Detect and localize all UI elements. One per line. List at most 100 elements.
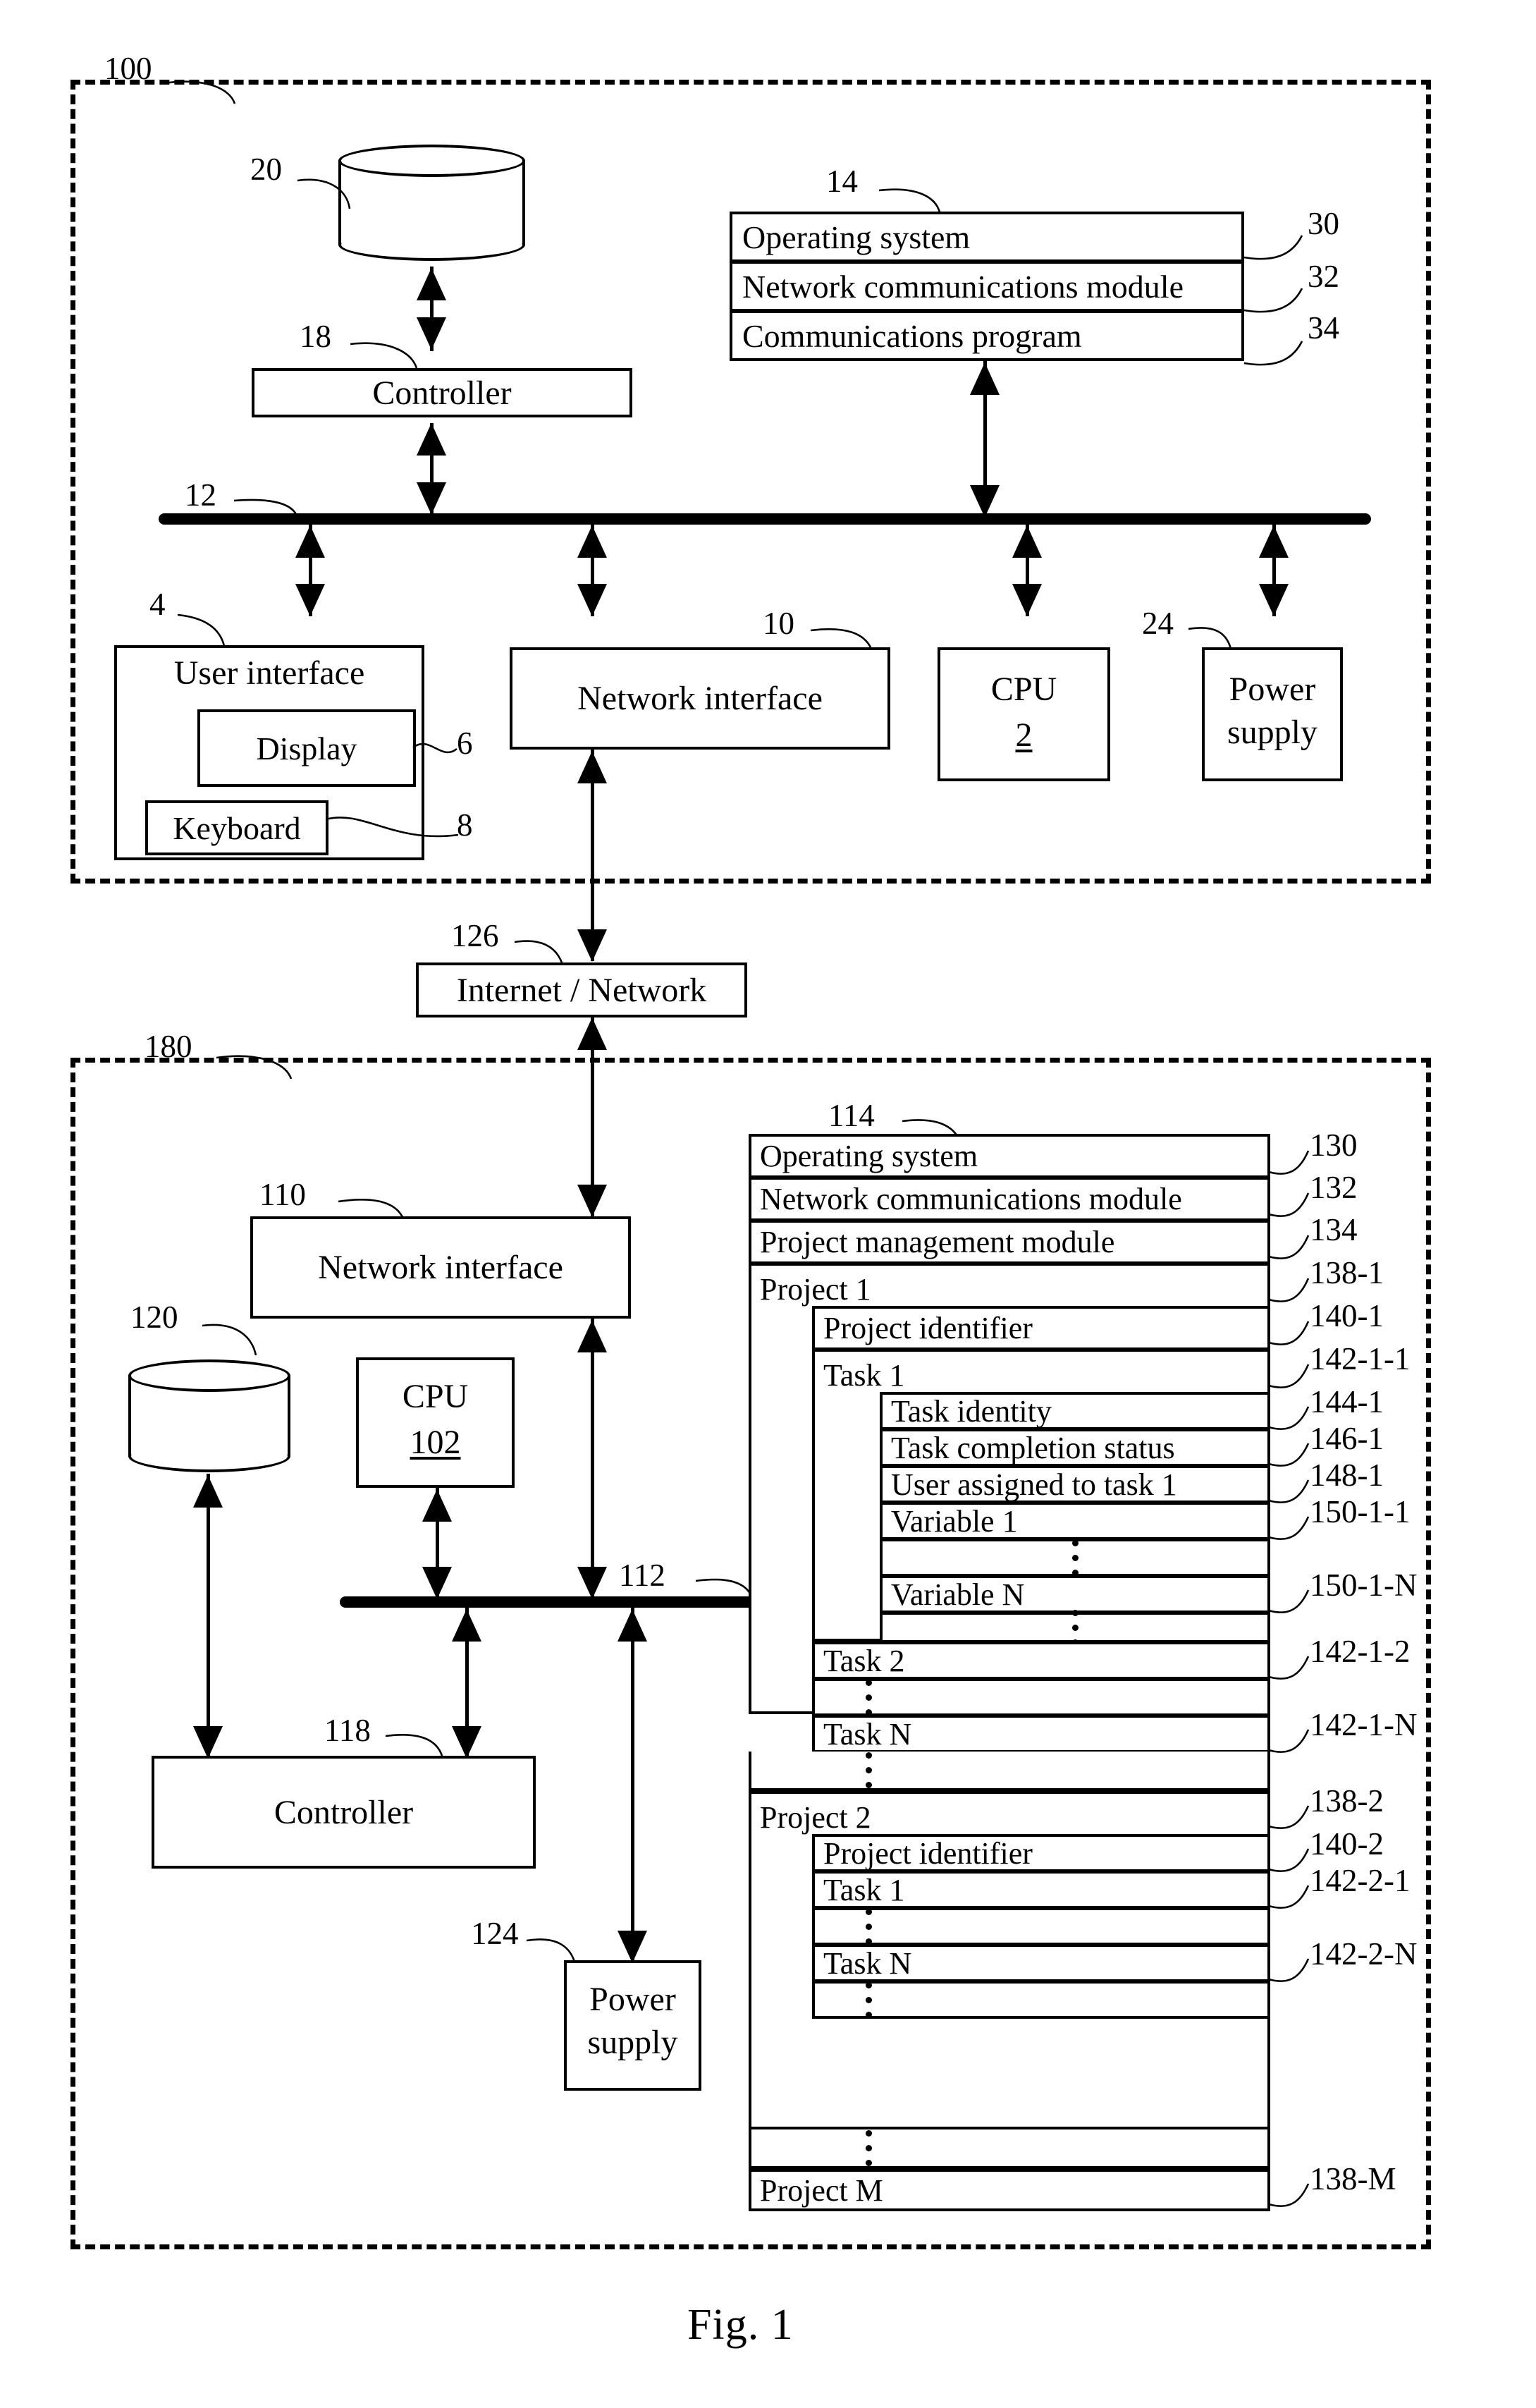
ref-4: 4 <box>149 587 166 622</box>
leader-4 <box>177 613 226 647</box>
leader-180 <box>216 1055 293 1080</box>
leader-100 <box>159 80 236 104</box>
ref-110: 110 <box>259 1177 306 1212</box>
ref-142-1-1: 142-1-1 <box>1310 1341 1411 1376</box>
leader-14 <box>878 188 941 213</box>
arrow-up-server-power <box>618 1609 647 1642</box>
client-controller-box: Controller <box>252 368 632 417</box>
client-power-supply-label-2: supply <box>1227 714 1317 751</box>
server-memory-ellipsis-projects-2 <box>749 2129 1270 2169</box>
server-memory-row-15-label: Task 1 <box>823 1872 905 1907</box>
server-memory-ellipsis-variables <box>880 1539 1270 1577</box>
server-memory-row-14: Project identifier <box>812 1834 1270 1872</box>
ref-20: 20 <box>250 152 282 187</box>
leader-150-1-N <box>1268 1589 1310 1613</box>
server-cpu-box: CPU 102 <box>356 1357 515 1488</box>
client-power-supply-label-1: Power <box>1229 671 1316 708</box>
client-power-supply-box: Power supply <box>1202 647 1343 781</box>
leader-142-1-2 <box>1268 1656 1310 1680</box>
client-memory-row-0-label: Operating system <box>742 219 971 255</box>
server-power-supply-box: Power supply <box>564 1960 701 2091</box>
ref-146-1: 146-1 <box>1310 1421 1384 1456</box>
ref-138-1: 138-1 <box>1310 1255 1384 1290</box>
client-memory-row-2-label: Communications program <box>742 317 1082 354</box>
leader-12 <box>233 499 299 518</box>
client-memory-row-0: Operating system <box>730 212 1244 262</box>
ref-112: 112 <box>619 1558 665 1593</box>
leader-34 <box>1243 341 1303 366</box>
ref-12: 12 <box>185 477 216 513</box>
client-memory-row-1-label: Network communications module <box>742 268 1184 305</box>
leader-24 <box>1188 627 1232 649</box>
leader-110 <box>338 1199 405 1219</box>
client-bus <box>159 513 1371 525</box>
server-memory-row-8-label: User assigned to task 1 <box>891 1467 1177 1502</box>
server-memory-row-6: Task identity <box>880 1392 1270 1430</box>
patent-figure-page: 100 20 Controller 18 Operating system Ne… <box>0 0 1536 2408</box>
leader-126 <box>514 940 564 965</box>
ref-100: 100 <box>104 51 152 86</box>
ref-138-2: 138-2 <box>1310 1783 1384 1819</box>
client-cpu-label: CPU <box>990 671 1057 708</box>
server-power-supply-label-1: Power <box>589 1981 676 2018</box>
client-controller-label: Controller <box>372 374 512 412</box>
leader-124 <box>526 1938 576 1962</box>
arrow-up-bus-ctrl <box>417 423 446 456</box>
ref-124: 124 <box>471 1916 519 1951</box>
ref-140-1: 140-1 <box>1310 1298 1384 1333</box>
client-display-box: Display <box>197 709 416 787</box>
leader-138-M <box>1268 2183 1310 2207</box>
server-memory-row-9: Variable 1 <box>880 1502 1270 1540</box>
server-storage-cylinder <box>128 1359 290 1472</box>
server-memory-row-12-label: Task N <box>823 1716 912 1752</box>
server-memory-row-4-label: Project identifier <box>823 1311 1033 1345</box>
server-memory-row-3-label: Project 1 <box>760 1272 871 1307</box>
arrow-down-cpu <box>1012 584 1042 616</box>
leader-10 <box>810 628 873 649</box>
internet-network-label: Internet / Network <box>456 971 707 1009</box>
arrow-down-server-bus-a <box>577 1567 607 1599</box>
link-server-netif-bus <box>591 1319 594 1601</box>
arrow-up-server-netif-bus <box>577 1320 607 1352</box>
ref-142-2-N: 142-2-N <box>1310 1936 1418 1972</box>
server-memory-row-7: Task completion status <box>880 1429 1270 1467</box>
ref-150-1-N: 150-1-N <box>1310 1567 1418 1603</box>
arrow-down-power <box>1259 584 1289 616</box>
arrow-up-ui <box>295 525 325 558</box>
ref-142-2-1: 142-2-1 <box>1310 1863 1411 1898</box>
ref-148-1: 148-1 <box>1310 1457 1384 1493</box>
server-cpu-ref: 102 <box>410 1424 461 1461</box>
link-server-bus-power <box>631 1608 634 1960</box>
server-memory-ellipsis-tasks-2-tail <box>812 1981 1270 2019</box>
arrow-up-server-storage <box>193 1475 223 1508</box>
server-memory-row-17: Project M <box>749 2169 1270 2211</box>
leader-142-1-N <box>1268 1729 1310 1753</box>
server-memory-row-8: User assigned to task 1 <box>880 1465 1270 1503</box>
server-memory-row-4: Project identifier <box>812 1306 1270 1350</box>
arrow-down-server-cpu-bus <box>422 1567 452 1599</box>
ref-24: 24 <box>1142 606 1174 641</box>
server-memory-ellipsis-tasks-2 <box>812 1907 1270 1945</box>
leader-150-1-1 <box>1268 1516 1310 1540</box>
leader-118 <box>385 1734 443 1756</box>
client-user-interface-label: User interface <box>173 654 365 692</box>
internet-network-box: Internet / Network <box>416 962 747 1017</box>
leader-6 <box>412 742 457 754</box>
arrow-up-server-cpu <box>422 1489 452 1522</box>
leader-120 <box>202 1324 257 1356</box>
server-controller-box: Controller <box>152 1756 536 1869</box>
server-memory-row-7-label: Task completion status <box>891 1430 1175 1465</box>
arrow-down-bus-ctrl <box>417 482 446 515</box>
arrow-up-netif <box>577 525 607 558</box>
ref-180: 180 <box>145 1029 192 1064</box>
client-display-label: Display <box>256 730 357 766</box>
server-controller-label: Controller <box>274 1793 414 1831</box>
arrow-down-server-netif <box>577 1185 607 1217</box>
server-memory-row-2: Project management module <box>749 1220 1270 1264</box>
arrow-up-server-bus-ctrl <box>452 1609 481 1642</box>
ref-114: 114 <box>828 1098 875 1133</box>
server-memory-row-6-label: Task identity <box>891 1393 1052 1429</box>
server-power-supply-label-2: supply <box>587 2024 678 2061</box>
server-memory-row-2-label: Project management module <box>760 1225 1115 1259</box>
server-memory-row-12: Task N <box>812 1715 1270 1753</box>
